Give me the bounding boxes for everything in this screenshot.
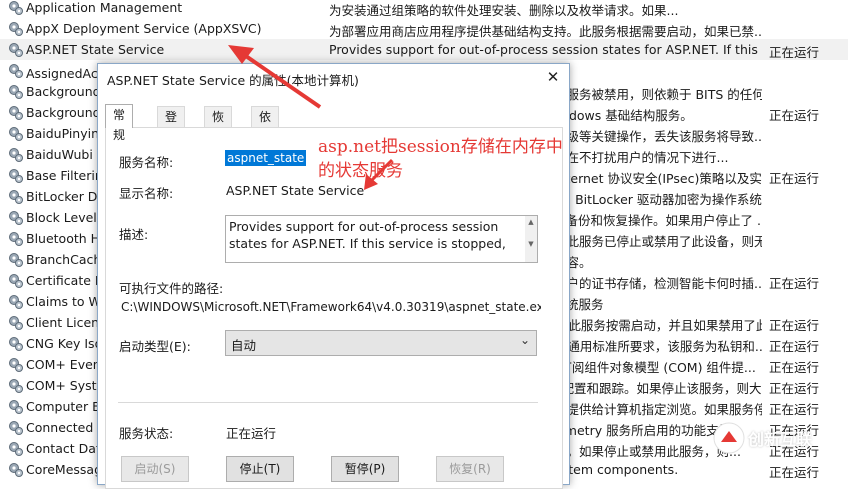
watermark-text: 创新互联: [748, 430, 813, 449]
annotation-arrows: [228, 45, 394, 190]
logo-icon: [713, 422, 745, 454]
tab-general[interactable]: 常规: [105, 104, 134, 142]
watermark-logo: 创新互联: [712, 418, 842, 458]
annotation-text: asp.net把session存储在内存中的状态服务: [318, 137, 563, 181]
arrow-to-service-row: [228, 45, 322, 109]
